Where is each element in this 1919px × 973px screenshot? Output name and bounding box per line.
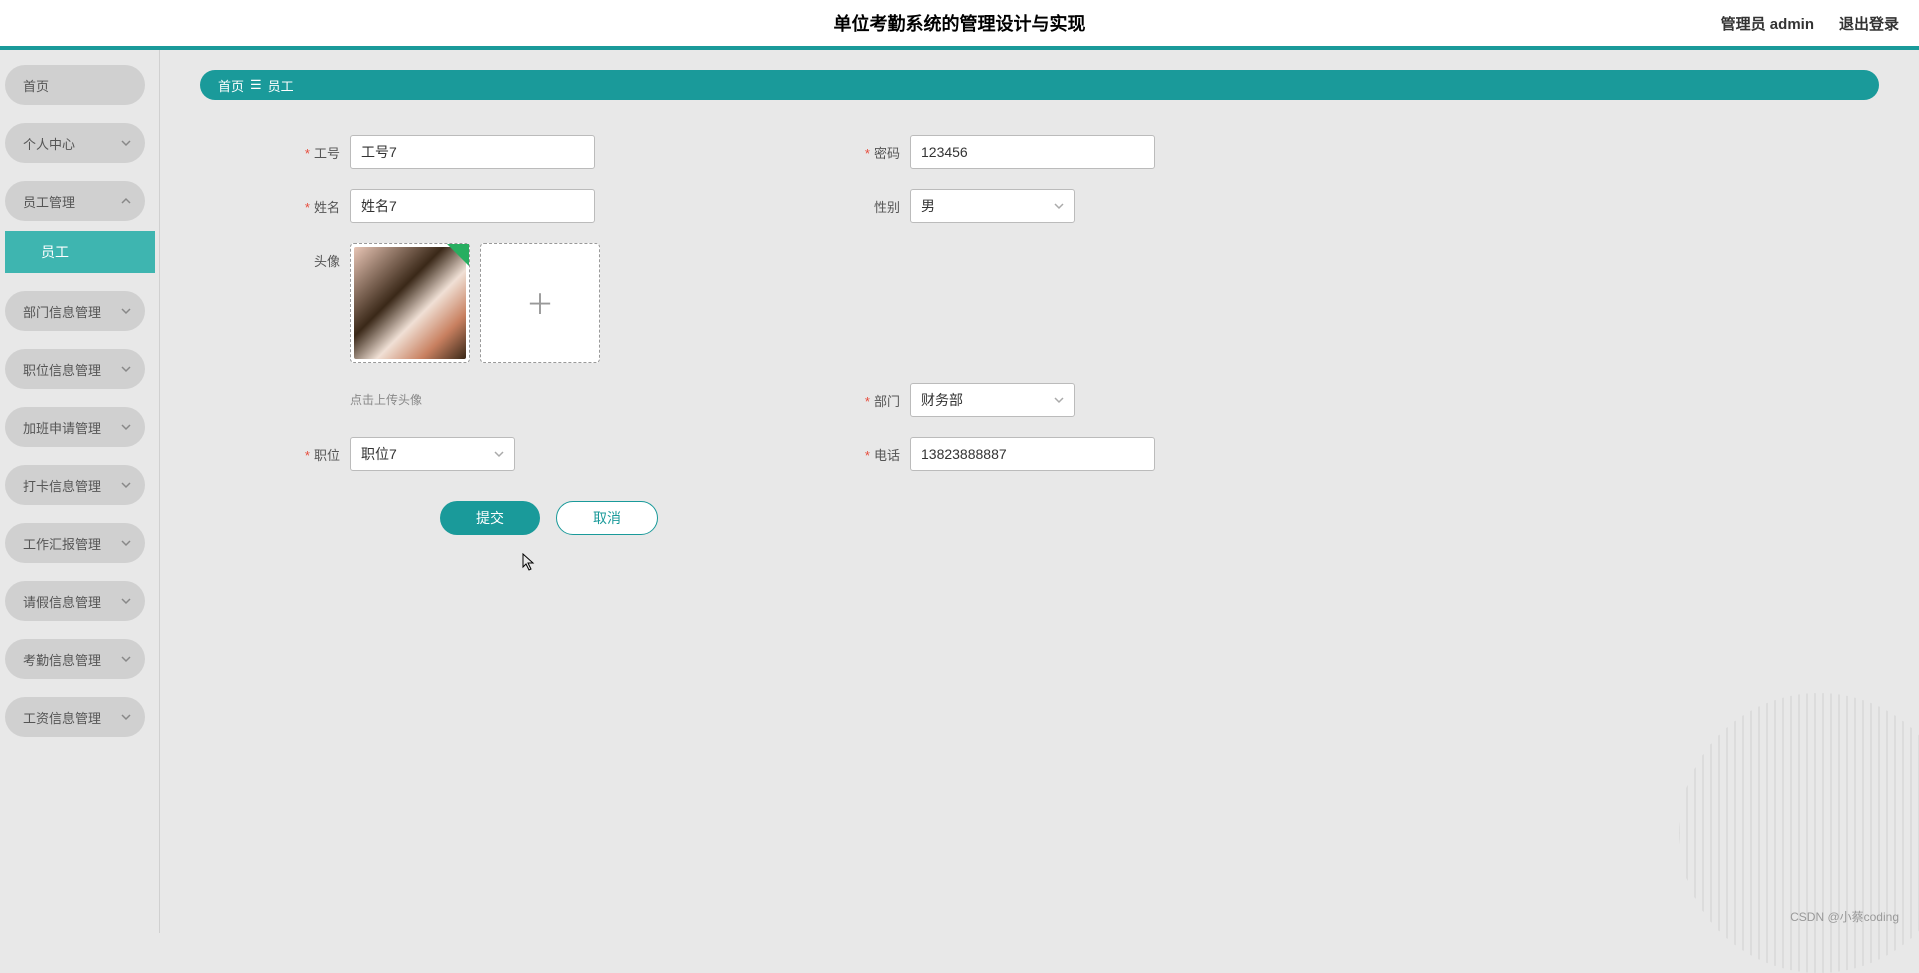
cancel-button[interactable]: 取消 [556,501,658,535]
chevron-down-icon [1054,392,1064,408]
avatar-preview[interactable] [350,243,470,363]
header-bar: 单位考勤系统的管理设计与实现 管理员 admin 退出登录 [0,0,1919,50]
chevron-down-icon [494,446,504,462]
breadcrumb-separator-icon: ☰ [250,78,262,93]
submit-button[interactable]: 提交 [440,501,540,535]
chevron-down-icon [121,306,131,316]
password-input[interactable] [910,135,1155,169]
sidebar-item-department[interactable]: 部门信息管理 [5,291,145,331]
employee-no-input[interactable] [350,135,595,169]
label-employee-no: 工号 [314,146,340,161]
logout-link[interactable]: 退出登录 [1839,13,1899,34]
content-area: 首页 ☰ 员工 *工号 *密码 *姓名 [160,50,1919,933]
gender-select[interactable]: 男 [910,189,1075,223]
label-position: 职位 [314,448,340,463]
sidebar-item-position[interactable]: 职位信息管理 [5,349,145,389]
chevron-down-icon [121,654,131,664]
watermark: CSDN @小蔡coding [1790,908,1899,925]
breadcrumb-current: 员工 [268,76,294,95]
sidebar-subitem-employee[interactable]: 员工 [5,231,155,273]
label-password: 密码 [874,146,900,161]
decorative-lines [1679,693,1919,973]
sidebar-item-leave[interactable]: 请假信息管理 [5,581,145,621]
sidebar: 首页 个人中心 员工管理 员工 部门信息管理 职位信息管理 加班申请管理 打卡信… [0,50,160,933]
position-select[interactable]: 职位7 [350,437,515,471]
chevron-down-icon [121,480,131,490]
sidebar-item-report[interactable]: 工作汇报管理 [5,523,145,563]
chevron-down-icon [121,712,131,722]
sidebar-item-home[interactable]: 首页 [5,65,145,105]
employee-form: *工号 *密码 *姓名 性别 男 [200,135,1879,535]
breadcrumb: 首页 ☰ 员工 [200,70,1879,100]
chevron-down-icon [121,538,131,548]
chevron-up-icon [121,196,131,206]
sidebar-item-attendance[interactable]: 考勤信息管理 [5,639,145,679]
plus-icon: ＋ [526,283,554,323]
department-select[interactable]: 财务部 [910,383,1075,417]
phone-input[interactable] [910,437,1155,471]
sidebar-item-salary[interactable]: 工资信息管理 [5,697,145,737]
chevron-down-icon [121,364,131,374]
label-name: 姓名 [314,200,340,215]
chevron-down-icon [121,596,131,606]
avatar-hint: 点击上传头像 [350,391,422,408]
label-phone: 电话 [874,448,900,463]
label-avatar: 头像 [314,254,340,269]
avatar-upload-button[interactable]: ＋ [480,243,600,363]
app-title: 单位考勤系统的管理设计与实现 [0,10,1919,36]
sidebar-item-profile[interactable]: 个人中心 [5,123,145,163]
user-label[interactable]: 管理员 admin [1721,13,1814,34]
sidebar-item-overtime[interactable]: 加班申请管理 [5,407,145,447]
label-gender: 性别 [874,200,900,215]
chevron-down-icon [121,138,131,148]
check-corner-icon [447,244,469,266]
sidebar-item-checkin[interactable]: 打卡信息管理 [5,465,145,505]
label-department: 部门 [874,394,900,409]
chevron-down-icon [1054,198,1064,214]
name-input[interactable] [350,189,595,223]
breadcrumb-home[interactable]: 首页 [218,76,244,95]
chevron-down-icon [121,422,131,432]
sidebar-item-employee-mgmt[interactable]: 员工管理 [5,181,145,221]
